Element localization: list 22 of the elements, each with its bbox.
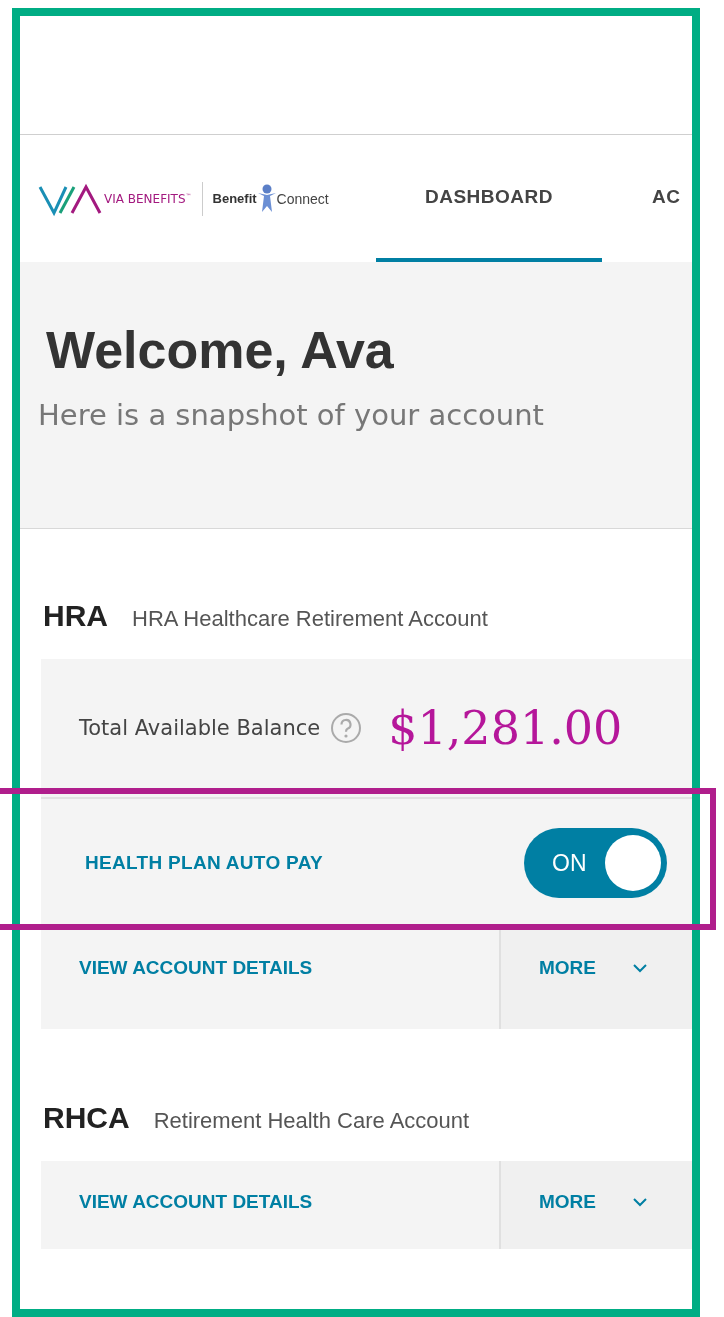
account-code: RHCA <box>43 1101 130 1135</box>
partner-name: Connect <box>276 190 329 207</box>
toggle-switch[interactable]: ON <box>524 828 667 898</box>
balance-amount: $1,281.00 <box>388 701 623 755</box>
balance-label: Total Available Balance <box>79 716 321 740</box>
more-dropdown[interactable]: MORE <box>501 1161 692 1249</box>
view-details-link[interactable]: VIEW ACCOUNT DETAILS <box>79 1191 313 1213</box>
account-name: HRA Healthcare Retirement Account <box>132 606 488 632</box>
partner-name: Benefit <box>212 191 257 206</box>
account-name: Retirement Health Care Account <box>153 1108 470 1134</box>
nav-tab[interactable]: AC <box>602 135 681 262</box>
chevron-down-icon <box>632 1196 648 1208</box>
view-details-link[interactable]: VIEW ACCOUNT DETAILS <box>79 957 313 979</box>
help-icon <box>330 712 363 744</box>
welcome-subtitle: Here is a snapshot of your account <box>38 398 545 432</box>
brand-name: VIA BENEFITS$^{™}$ <box>104 191 192 206</box>
account-code: HRA <box>43 599 108 633</box>
chevron-down-icon <box>632 962 648 974</box>
more-dropdown[interactable]: MORE <box>501 927 692 1029</box>
auto-pay-label: HEALTH PLAN AUTO PAY <box>85 852 323 874</box>
person-icon <box>257 184 276 213</box>
welcome-heading: Welcome, Ava <box>46 320 395 381</box>
